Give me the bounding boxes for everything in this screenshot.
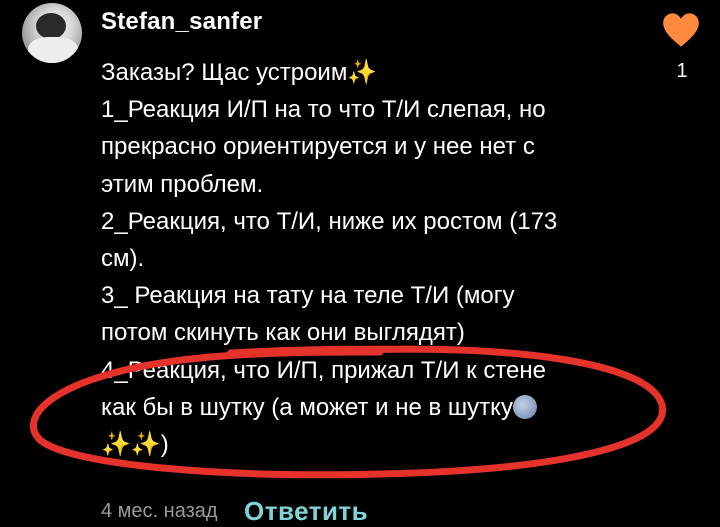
like-count: 1 bbox=[676, 60, 688, 82]
comment-line: ✨✨) bbox=[101, 430, 169, 458]
comment-line: Заказы? Щас устроим✨ bbox=[101, 59, 378, 86]
comment-line: 2_Реакция, что Т/И, ниже их ростом (173 bbox=[101, 207, 558, 235]
comment-line: прекрасно ориентируется и у нее нет с bbox=[101, 133, 535, 161]
comment-timestamp: 4 мес. назад bbox=[101, 500, 218, 522]
comment-line: потом скинуть как они выглядят) bbox=[101, 319, 465, 347]
comment-body: Заказы? Щас устроим✨ 1_Реакция И/П на то… bbox=[101, 54, 621, 463]
comment-line: 3_ Реакция на тату на теле Т/И (могу bbox=[101, 282, 515, 310]
username[interactable]: Stefan_sanfer bbox=[101, 8, 262, 36]
avatar[interactable] bbox=[22, 3, 82, 63]
comment-line-text: как бы в шутку (а может и не в шутку bbox=[101, 393, 513, 421]
comment-line: этим проблем. bbox=[101, 170, 264, 198]
avatar-hair bbox=[36, 13, 66, 39]
comment-line: 4_Реакция, что И/П, прижал Т/И к стене bbox=[101, 356, 546, 384]
comment-line: см). bbox=[101, 244, 145, 272]
heart-icon[interactable] bbox=[662, 12, 700, 48]
comment-line-with-emoji: как бы в шутку (а может и не в шутку bbox=[101, 389, 621, 426]
avatar-shirt bbox=[28, 37, 78, 63]
full-moon-face-icon bbox=[512, 394, 537, 419]
comment-line: 1_Реакция И/П на то что Т/И слепая, но bbox=[101, 96, 546, 124]
reply-button[interactable]: Ответить bbox=[244, 496, 368, 527]
